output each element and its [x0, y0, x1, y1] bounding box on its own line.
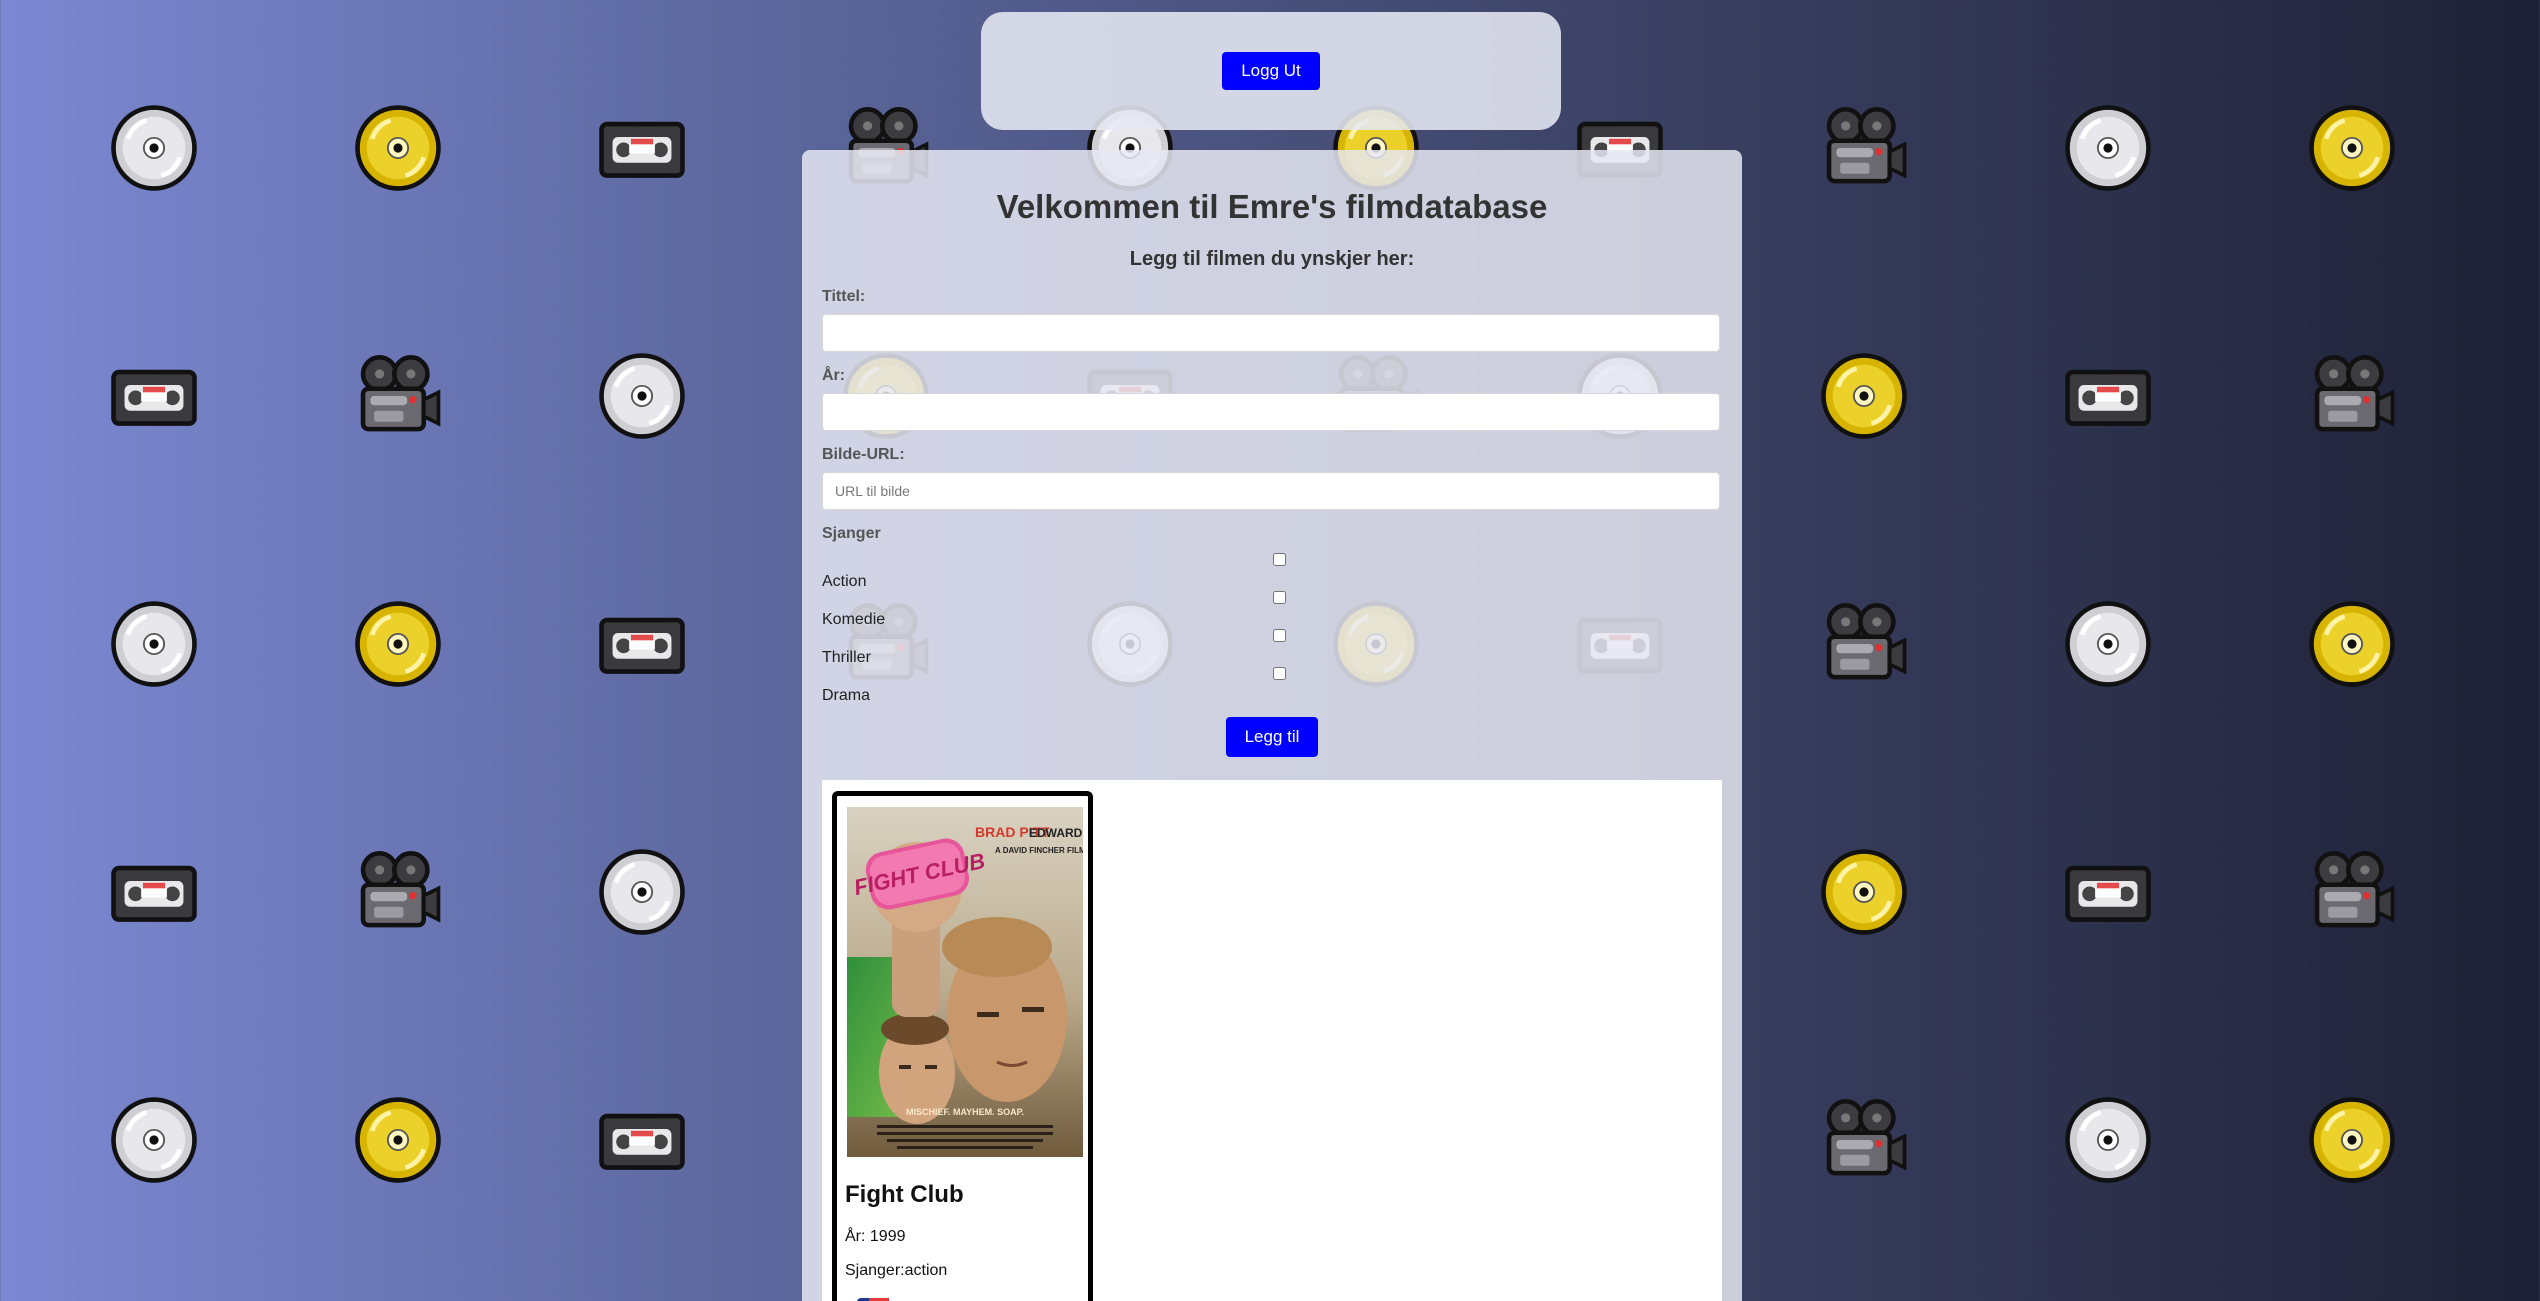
- page-title: Velkommen til Emre's filmdatabase: [996, 188, 1548, 225]
- genre-label-drama: Drama: [822, 687, 871, 704]
- disc-icon: [2062, 598, 2154, 690]
- genre-checkbox-drama[interactable]: [1273, 667, 1286, 680]
- movie-camera-icon: [2306, 350, 2398, 442]
- vhs-tape-icon: [596, 102, 688, 194]
- disc-icon: [2062, 1094, 2154, 1186]
- add-movie-button[interactable]: Legg til: [1226, 717, 1318, 757]
- genre-label-thriller: Thriller: [822, 649, 871, 666]
- year-input[interactable]: [822, 393, 1720, 431]
- logout-button[interactable]: Logg Ut: [1222, 52, 1320, 90]
- genre-heading: Sjanger: [822, 525, 881, 542]
- gold-disc-icon: [1818, 350, 1910, 442]
- image-url-label: Bilde-URL:: [822, 446, 905, 463]
- genre-label-komedie: Komedie: [822, 611, 886, 628]
- genre-checkbox-komedie[interactable]: [1273, 591, 1286, 604]
- movie-genre: Sjanger:action: [845, 1262, 948, 1279]
- title-label: Tittel:: [822, 288, 866, 305]
- movie-year: År: 1999: [845, 1228, 906, 1245]
- gold-disc-icon: [2306, 102, 2398, 194]
- vhs-tape-icon: [596, 598, 688, 690]
- movie-card: FIGHT CLUB BRAD PITT EDWARD NORTON A DAV…: [832, 791, 1093, 1301]
- genre-label-action: Action: [822, 573, 867, 590]
- movie-camera-icon: [352, 350, 444, 442]
- disc-icon: [108, 598, 200, 690]
- genre-option-thriller: Thriller: [822, 629, 1720, 666]
- title-input[interactable]: [822, 314, 1720, 352]
- disc-icon: [108, 102, 200, 194]
- genre-option-action: Action: [822, 553, 1720, 590]
- genre-option-komedie: Komedie: [822, 591, 1720, 628]
- vhs-tape-icon: [2062, 350, 2154, 442]
- disc-icon: [2062, 102, 2154, 194]
- disc-icon: [108, 1094, 200, 1186]
- image-url-input[interactable]: [822, 472, 1720, 510]
- poster-tagline-text: A DAVID FINCHER FILM: [995, 846, 1083, 855]
- year-label: År:: [822, 367, 846, 384]
- gold-disc-icon: [2306, 1094, 2398, 1186]
- genre-checkbox-thriller[interactable]: [1273, 629, 1286, 642]
- top-header-panel: Logg Ut: [981, 12, 1561, 130]
- disc-icon: [596, 846, 688, 938]
- genre-checkbox-action[interactable]: [1273, 553, 1286, 566]
- gold-disc-icon: [352, 1094, 444, 1186]
- main-container: Velkommen til Emre's filmdatabase Legg t…: [802, 150, 1742, 1301]
- movie-camera-icon: [1818, 1094, 1910, 1186]
- movie-camera-icon: [2306, 846, 2398, 938]
- movie-title: Fight Club: [845, 1181, 964, 1208]
- vhs-tape-icon: [108, 350, 200, 442]
- vhs-tape-icon: [108, 846, 200, 938]
- poster-bottom-text: MISCHIEF. MAYHEM. SOAP.: [906, 1107, 1024, 1117]
- movie-poster-image: FIGHT CLUB BRAD PITT EDWARD NORTON A DAV…: [847, 807, 1083, 1157]
- movie-camera-icon: [352, 846, 444, 938]
- gold-disc-icon: [1818, 846, 1910, 938]
- genre-option-drama: Drama: [822, 667, 1720, 704]
- gold-disc-icon: [352, 598, 444, 690]
- poster-actor-name-2: EDWARD NORTON: [1029, 826, 1083, 840]
- gold-disc-icon: [352, 102, 444, 194]
- form-subtitle: Legg til filmen du ynskjer her:: [1129, 248, 1415, 270]
- movie-list: FIGHT CLUB BRAD PITT EDWARD NORTON A DAV…: [822, 780, 1722, 1301]
- movie-camera-icon: [1818, 598, 1910, 690]
- movie-camera-icon: [1818, 102, 1910, 194]
- vhs-tape-icon: [2062, 846, 2154, 938]
- gold-disc-icon: [2306, 598, 2398, 690]
- disc-icon: [596, 350, 688, 442]
- vhs-tape-icon: [596, 1094, 688, 1186]
